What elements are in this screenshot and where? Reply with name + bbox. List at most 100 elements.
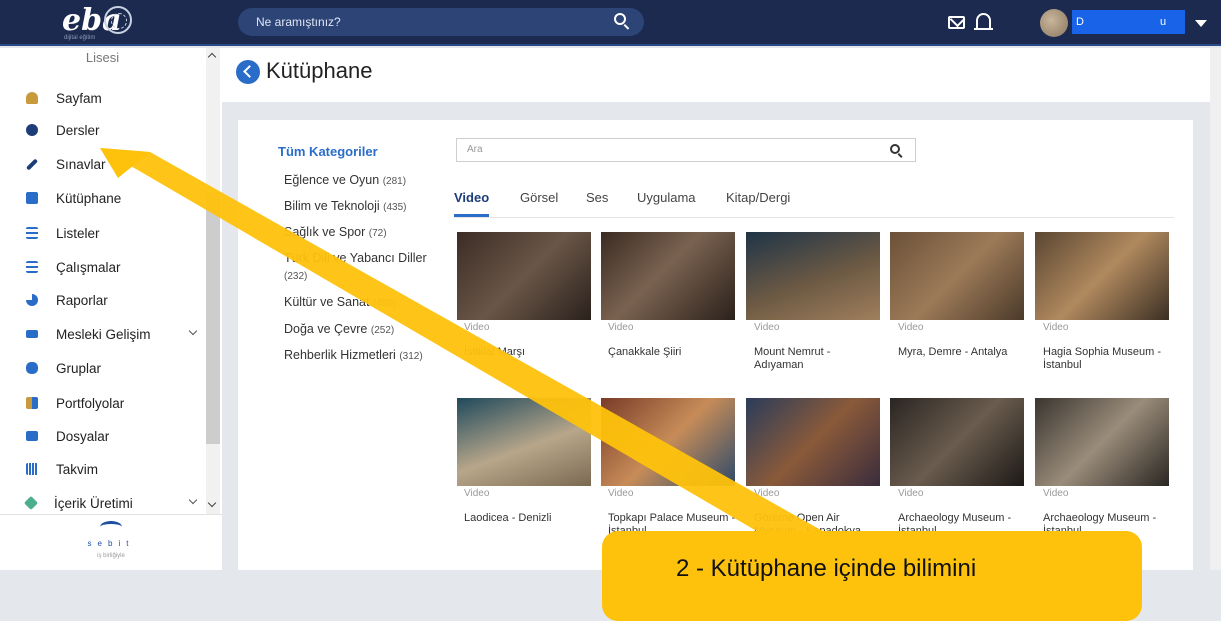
category-count: (435) — [383, 202, 407, 213]
sidebar-item-takvim[interactable]: Takvim — [26, 457, 206, 481]
video-thumbnail[interactable] — [601, 398, 735, 486]
media-type-label: Video — [608, 322, 634, 333]
sidebar-item-dersler[interactable]: Dersler — [26, 118, 206, 142]
sidebar-footer: sebit iş birliğiyle — [0, 514, 222, 570]
category-name: Sağlık ve Spor — [284, 225, 366, 239]
sidebar-item-mesleki-gelisim[interactable]: Mesleki Gelişim — [26, 322, 206, 346]
video-thumbnail[interactable] — [601, 232, 735, 320]
sidebar-scrollbar-thumb[interactable] — [206, 192, 220, 444]
video-title[interactable]: Hagia Sophia Museum - İstanbul — [1043, 346, 1171, 372]
video-thumbnail[interactable] — [890, 398, 1024, 486]
sidebar-item-label: Sınavlar — [56, 156, 106, 172]
search-icon[interactable] — [890, 144, 900, 154]
video-title[interactable]: Laodicea - Denizli — [464, 512, 592, 525]
library-search-input[interactable]: Ara — [456, 138, 916, 162]
video-thumbnail[interactable] — [890, 232, 1024, 320]
sidebar-item-label: Sayfam — [56, 90, 102, 106]
tab-ses[interactable]: Ses — [586, 190, 608, 217]
category-item[interactable]: Doğa ve Çevre (252) — [284, 321, 444, 339]
category-item[interactable]: Sağlık ve Spor (72) — [284, 224, 444, 242]
graduation-cap-icon — [26, 330, 38, 338]
category-item[interactable]: Bilim ve Teknoloji (435) — [284, 198, 444, 216]
sidebar-item-sinavlar[interactable]: Sınavlar — [25, 152, 206, 176]
tab-video[interactable]: Video — [454, 190, 490, 217]
mail-icon[interactable] — [948, 16, 965, 29]
tab-gorsel[interactable]: Görsel — [520, 190, 558, 217]
tab-uygulama[interactable]: Uygulama — [637, 190, 696, 217]
video-thumbnail[interactable] — [457, 232, 591, 320]
video-thumbnail[interactable] — [1035, 232, 1169, 320]
list-icon — [26, 227, 38, 239]
sidebar-item-label: Dosyalar — [56, 428, 110, 444]
media-type-label: Video — [464, 322, 490, 333]
category-name: Türk Dili ve Yabancı Diller — [284, 251, 427, 265]
user-suffix: u — [1160, 16, 1167, 28]
logo-subtitle: dijital eğitim — [64, 35, 96, 41]
sidebar: Lisesi Sayfam Dersler Sınavlar Kütüphane… — [0, 48, 222, 570]
media-type-label: Video — [754, 488, 780, 499]
back-arrow-icon[interactable] — [236, 60, 260, 84]
category-name: Rehberlik Hizmetleri — [284, 348, 396, 362]
user-initial: D — [1076, 16, 1084, 28]
global-search-input[interactable]: Ne aramıştınız? — [238, 8, 644, 36]
video-title[interactable]: Mount Nemrut - Adıyaman — [754, 346, 882, 372]
tutorial-callout-text: 2 - Kütüphane içinde bilimini — [676, 555, 977, 582]
media-type-label: Video — [1043, 322, 1069, 333]
user-name[interactable]: D u — [1072, 10, 1185, 34]
video-title[interactable]: Çanakkale Şiiri — [608, 346, 736, 359]
person-icon — [26, 92, 38, 104]
video-title[interactable]: İstiklal Marşı — [464, 346, 592, 359]
category-item[interactable]: Kültür ve Sanat (480) — [284, 294, 444, 312]
user-folder-icon — [26, 397, 38, 409]
sidebar-item-icerik-uretimi[interactable]: İçerik Üretimi — [23, 491, 206, 515]
category-item[interactable]: Eğlence ve Oyun (281) — [284, 172, 444, 190]
media-type-label: Video — [898, 488, 924, 499]
tab-kitap-dergi[interactable]: Kitap/Dergi — [726, 190, 790, 217]
sidebar-item-dosyalar[interactable]: Dosyalar — [26, 424, 206, 448]
sidebar-item-raporlar[interactable]: Raporlar — [26, 288, 206, 312]
category-count: (252) — [370, 325, 395, 336]
sidebar-item-kutuphane[interactable]: Kütüphane — [26, 186, 206, 210]
sidebar-item-sayfam[interactable]: Sayfam — [26, 86, 206, 110]
category-item[interactable]: Rehberlik Hizmetleri (312) — [284, 347, 444, 365]
sidebar-item-portfolyolar[interactable]: Portfolyolar — [26, 391, 206, 415]
video-thumbnail[interactable] — [746, 232, 880, 320]
category-count: (232) — [284, 271, 308, 282]
chevron-down-icon[interactable] — [188, 495, 198, 505]
pencil-icon — [25, 157, 39, 171]
media-type-label: Video — [1043, 488, 1069, 499]
sidebar-item-gruplar[interactable]: Gruplar — [26, 356, 206, 380]
sidebar-item-calismalar[interactable]: Çalışmalar — [26, 255, 206, 279]
folder-icon — [26, 431, 38, 441]
category-name: Kültür ve Sanat — [284, 295, 370, 309]
pie-chart-icon — [26, 294, 38, 306]
page-scrollbar[interactable] — [1210, 48, 1221, 570]
play-circle-icon — [26, 124, 38, 136]
sidebar-item-label: Takvim — [56, 461, 99, 477]
sebit-brand: sebit — [87, 539, 135, 548]
all-categories-link[interactable]: Tüm Kategoriler — [278, 144, 378, 159]
category-name: Doğa ve Çevre — [284, 322, 368, 336]
search-icon[interactable] — [614, 13, 626, 25]
sidebar-item-listeler[interactable]: Listeler — [26, 221, 206, 245]
user-menu-caret-icon[interactable] — [1195, 20, 1207, 27]
media-type-label: Video — [464, 488, 490, 499]
video-thumbnail[interactable] — [746, 398, 880, 486]
group-icon — [26, 362, 38, 374]
chevron-down-icon[interactable] — [188, 326, 198, 336]
page-title: Kütüphane — [266, 58, 373, 83]
avatar[interactable] — [1040, 9, 1068, 37]
bell-icon[interactable] — [974, 13, 993, 30]
category-count: (312) — [399, 351, 423, 362]
calendar-icon — [26, 463, 38, 475]
video-thumbnail[interactable] — [457, 398, 591, 486]
video-thumbnail[interactable] — [1035, 398, 1169, 486]
tools-icon — [23, 495, 39, 511]
sidebar-item-label: Gruplar — [56, 360, 102, 376]
category-item[interactable]: Türk Dili ve Yabancı Diller (232) — [284, 250, 444, 285]
school-name: Lisesi — [85, 50, 120, 65]
sidebar-item-label: Portfolyolar — [56, 395, 125, 411]
video-title[interactable]: Myra, Demre - Antalya — [898, 346, 1026, 359]
page-header: Kütüphane — [222, 48, 1212, 102]
sidebar-item-label: Çalışmalar — [56, 259, 121, 275]
